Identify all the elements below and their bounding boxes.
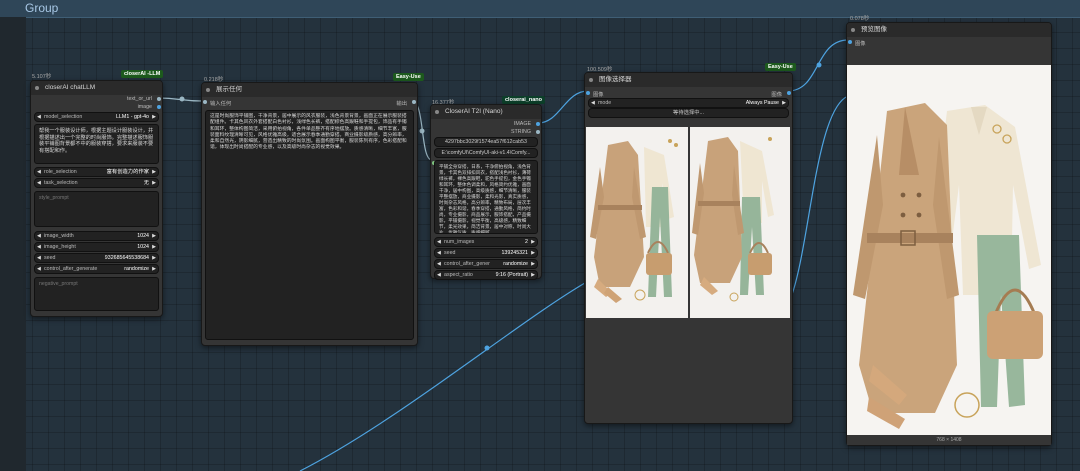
llm-prompt-textarea[interactable]: 帮我一个服装设计师，根据主题设计服装设计，并根据描述出一个完整的时尚服饰。完整描… bbox=[34, 124, 159, 164]
input-slot-icon[interactable] bbox=[586, 91, 590, 95]
t2i-output-string: STRING bbox=[510, 129, 531, 135]
aspect-ratio-combo[interactable]: ◀ aspect_ratio 9:16 (Portrait) ▶ bbox=[434, 270, 538, 280]
preview-image[interactable] bbox=[847, 65, 1051, 435]
collapse-dot-icon[interactable] bbox=[35, 86, 39, 90]
t2i-title: CloserAI T2I (Nano) bbox=[445, 108, 503, 115]
arrow-left-icon[interactable]: ◀ bbox=[37, 179, 41, 187]
output-slot-icon[interactable] bbox=[412, 100, 416, 104]
arrow-left-icon[interactable]: ◀ bbox=[591, 99, 595, 107]
outfit-illustration-2 bbox=[690, 127, 790, 318]
task-selection-combo[interactable]: ◀ task_selection 无 ▶ bbox=[34, 178, 159, 188]
arrow-right-icon[interactable]: ▶ bbox=[531, 271, 535, 279]
negative-prompt-textarea[interactable]: negative_prompt bbox=[34, 277, 159, 311]
llm-output-text: text_or_url bbox=[126, 96, 152, 102]
selector-header[interactable]: 图像选择器 bbox=[585, 73, 792, 87]
arrow-right-icon[interactable]: ▶ bbox=[782, 99, 786, 107]
image-width-field[interactable]: ◀ image_width 1024 ▶ bbox=[34, 231, 159, 241]
arrow-right-icon[interactable]: ▶ bbox=[152, 168, 156, 176]
llm-title: closerAI chatLLM bbox=[45, 84, 96, 91]
t2i-header[interactable]: CloserAI T2I (Nano) bbox=[431, 105, 541, 119]
arrow-left-icon[interactable]: ◀ bbox=[37, 254, 41, 262]
arrow-right-icon[interactable]: ▶ bbox=[152, 113, 156, 121]
preview-size-label: 768 × 1408 bbox=[847, 435, 1051, 445]
t2i-hash-field[interactable]: 4297bbc3029f1574ea57f612cab53 bbox=[434, 137, 538, 147]
mode-combo[interactable]: ◀ mode Always Pause ▶ bbox=[588, 98, 789, 108]
llm-output-image: image bbox=[137, 104, 152, 110]
image-height-field[interactable]: ◀ image_height 1024 ▶ bbox=[34, 242, 159, 252]
outfit-illustration-preview bbox=[847, 65, 1051, 435]
llm-header[interactable]: closerAI chatLLM bbox=[31, 81, 162, 95]
arrow-right-icon[interactable]: ▶ bbox=[531, 249, 535, 257]
preview-header[interactable]: 预览图像 bbox=[847, 23, 1051, 37]
collapse-dot-icon[interactable] bbox=[589, 78, 593, 82]
seed-field[interactable]: ◀ seed 932685645538684 ▶ bbox=[34, 253, 159, 263]
text-output-label: 输出 bbox=[396, 101, 407, 107]
arrow-right-icon[interactable]: ▶ bbox=[152, 254, 156, 262]
output-slot-icon[interactable] bbox=[536, 130, 540, 134]
text-title: 展示任何 bbox=[216, 86, 242, 93]
selector-badge: Easy-Use bbox=[765, 63, 796, 71]
arrow-left-icon[interactable]: ◀ bbox=[37, 243, 41, 251]
arrow-left-icon[interactable]: ◀ bbox=[37, 113, 41, 121]
style-prompt-textarea[interactable]: style_prompt bbox=[34, 191, 159, 227]
num-images-field[interactable]: ◀ num_images 2 ▶ bbox=[434, 237, 538, 247]
llm-timing: 5.107秒 bbox=[32, 74, 52, 80]
node-image-chooser[interactable]: 图像选择器 图像 图像 ◀ mode Always Pause ▶ 等待选择中.… bbox=[584, 72, 793, 424]
choice-image-2[interactable] bbox=[690, 127, 790, 318]
t2i-control-combo[interactable]: ◀ control_after_gener randomize ▶ bbox=[434, 259, 538, 269]
node-preview-image[interactable]: 预览图像 图像 768 × 1408 bbox=[846, 22, 1052, 446]
arrow-right-icon[interactable]: ▶ bbox=[531, 238, 535, 246]
t2i-output-image: IMAGE bbox=[513, 121, 531, 127]
arrow-left-icon[interactable]: ◀ bbox=[437, 238, 441, 246]
input-slot-icon[interactable] bbox=[203, 100, 207, 104]
arrow-left-icon[interactable]: ◀ bbox=[37, 232, 41, 240]
text-header[interactable]: 展示任何 bbox=[202, 83, 417, 97]
output-slot-icon[interactable] bbox=[787, 91, 791, 95]
node-show-any[interactable]: 展示任何 输入任何 输出 这是时尚服饰平铺图，干净背景，居中展示的风衣服装，浅色… bbox=[201, 82, 418, 346]
t2i-prompt-textarea[interactable]: 平铺全身穿搭，日系，干净俯拍视角，浅色背景，卡其色双排扣风衣，搭配浅色衬衫，薄荷… bbox=[434, 160, 538, 234]
arrow-left-icon[interactable]: ◀ bbox=[37, 168, 41, 176]
output-slot-icon[interactable] bbox=[536, 122, 540, 126]
selector-output-label: 图像 bbox=[771, 92, 782, 98]
role-selection-combo[interactable]: ◀ role_selection 富有创造力的作家 ▶ bbox=[34, 167, 159, 177]
waiting-button[interactable]: 等待选择中... bbox=[588, 108, 789, 118]
node-chat-llm[interactable]: closerAI chatLLM text_or_url image ◀ mod… bbox=[30, 80, 163, 317]
selector-title: 图像选择器 bbox=[599, 76, 632, 83]
t2i-seed-field[interactable]: ◀ seed 139245321 ▶ bbox=[434, 248, 538, 258]
choice-image-1[interactable] bbox=[586, 127, 688, 318]
arrow-left-icon[interactable]: ◀ bbox=[437, 260, 441, 268]
arrow-left-icon[interactable]: ◀ bbox=[437, 249, 441, 257]
collapse-dot-icon[interactable] bbox=[435, 110, 439, 114]
llm-badge: closerAI -LLM bbox=[121, 70, 164, 78]
model-selection-combo[interactable]: ◀ model_selection LLM1 - gpt-4o ▶ bbox=[34, 112, 159, 122]
text-badge: Easy-Use bbox=[393, 73, 424, 81]
arrow-right-icon[interactable]: ▶ bbox=[152, 265, 156, 273]
input-slot-icon[interactable] bbox=[848, 40, 852, 44]
arrow-right-icon[interactable]: ▶ bbox=[152, 232, 156, 240]
text-display-area[interactable]: 这是时尚服饰平铺图，干净背景，居中展示的风衣服装，浅色背景背景，画面正在展示服装… bbox=[205, 110, 414, 340]
output-slot-icon[interactable] bbox=[157, 105, 161, 109]
preview-title: 预览图像 bbox=[861, 26, 887, 33]
text-input-label: 输入任何 bbox=[210, 101, 232, 107]
arrow-right-icon[interactable]: ▶ bbox=[152, 243, 156, 251]
collapse-dot-icon[interactable] bbox=[206, 88, 210, 92]
t2i-path-field[interactable]: E:\comfyUI\ComfyUI-aki-v1.4\Comfy... bbox=[434, 148, 538, 158]
arrow-left-icon[interactable]: ◀ bbox=[437, 271, 441, 279]
arrow-right-icon[interactable]: ▶ bbox=[152, 179, 156, 187]
outfit-illustration-1 bbox=[586, 127, 688, 318]
control-after-generate-combo[interactable]: ◀ control_after_generate randomize ▶ bbox=[34, 264, 159, 274]
arrow-right-icon[interactable]: ▶ bbox=[531, 260, 535, 268]
arrow-left-icon[interactable]: ◀ bbox=[37, 265, 41, 273]
t2i-badge: closerai_nano bbox=[502, 96, 545, 104]
selector-input-label: 图像 bbox=[593, 92, 604, 98]
node-closerai-t2i[interactable]: CloserAI T2I (Nano) IMAGE STRING 4297bbc… bbox=[430, 104, 542, 280]
collapse-dot-icon[interactable] bbox=[851, 28, 855, 32]
preview-timing: 0.078秒 bbox=[850, 16, 870, 22]
output-slot-icon[interactable] bbox=[157, 97, 161, 101]
preview-input-label: 图像 bbox=[855, 41, 866, 47]
